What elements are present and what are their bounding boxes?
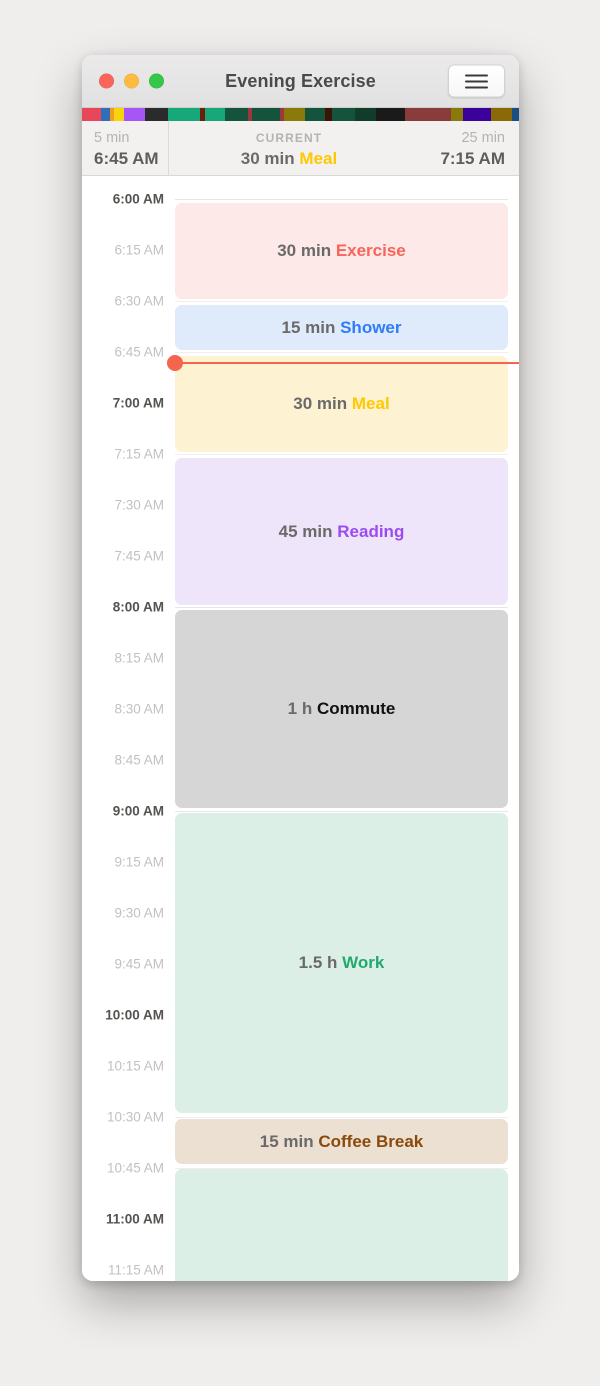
timeline-event-label: 45 min Reading (279, 522, 405, 542)
window-titlebar: Evening Exercise (82, 55, 519, 108)
ribbon-segment (145, 108, 168, 121)
ribbon-segment (450, 108, 464, 121)
timeline-event-label: 30 min Exercise (277, 241, 406, 261)
timeline-tick-label: 11:00 AM (105, 1211, 164, 1227)
timeline-event-name: Reading (337, 521, 405, 541)
timeline-tick-label: 10:00 AM (105, 1007, 164, 1023)
timeline-tick-label: 8:30 AM (114, 701, 164, 717)
summary-next-time: 7:15 AM (440, 149, 505, 168)
app-window: Evening Exercise 5 min 6:45 AM CURRENT 3… (82, 55, 519, 1281)
summary-bar: 5 min 6:45 AM CURRENT 30 min Meal 25 min… (82, 121, 519, 176)
hamburger-menu-icon (465, 80, 488, 82)
timeline-tick-label: 9:30 AM (114, 905, 164, 921)
ribbon-segment (284, 108, 305, 121)
timeline-event-duration: 1.5 h (298, 953, 338, 972)
timeline-event-name: Exercise (335, 241, 406, 260)
ribbon-segment (167, 108, 201, 121)
ribbon-segment (355, 108, 377, 121)
timeline-tick-label: 6:30 AM (114, 293, 164, 309)
timeline-event-name: Work (342, 953, 385, 972)
timeline-tick-label: 10:30 AM (106, 1109, 164, 1125)
timeline-tick-label: 7:45 AM (114, 548, 164, 564)
summary-previous-duration: 5 min (94, 130, 130, 146)
ribbon-segment (304, 108, 326, 121)
summary-next-duration: 25 min (461, 130, 505, 146)
timeline-event[interactable]: 45 min Reading (175, 458, 508, 605)
summary-previous-time: 6:45 AM (94, 149, 159, 168)
ribbon-segment (82, 108, 102, 121)
timeline-event-duration: 45 min (278, 521, 333, 541)
timeline-event-name: Coffee Break (318, 1131, 424, 1151)
summary-current-value: 30 min Meal (241, 148, 337, 169)
timeline-tick-label: 10:15 AM (106, 1058, 164, 1074)
ribbon-segment (252, 108, 281, 121)
ribbon-segment (113, 108, 124, 121)
hamburger-menu-icon (465, 86, 488, 88)
timeline-tick-label: 8:15 AM (114, 650, 164, 666)
timeline-tick-label: 9:45 AM (114, 956, 164, 972)
timeline[interactable]: 30 min Exercise 15 min Shower 30 min Meal 4… (82, 176, 519, 1281)
timeline-event-name: Shower (340, 317, 402, 337)
timeline-tick-label: 7:00 AM (112, 395, 164, 411)
timeline-event[interactable]: 15 min Shower (175, 305, 508, 350)
summary-current-activity: Meal (299, 149, 338, 168)
timeline-events: 30 min Exercise 15 min Shower 30 min Meal 4… (175, 176, 508, 1281)
timeline-event-duration: 1 h (287, 699, 313, 718)
timeline-event-label: 15 min Shower (282, 318, 402, 338)
timeline-tick-label: 9:00 AM (112, 803, 164, 819)
timeline-event-label: 30 min Meal (293, 394, 389, 414)
timeline-event-name: Commute (316, 699, 396, 718)
timeline-event-duration: 15 min (259, 1131, 314, 1151)
ribbon-segment (404, 108, 451, 121)
ribbon-segment (491, 108, 512, 121)
timeline-event-label: 1.5 h Work (299, 953, 385, 973)
ribbon-segment (204, 108, 225, 121)
timeline-event[interactable]: 1.5 h Work (175, 813, 508, 1113)
summary-previous[interactable]: 5 min 6:45 AM (82, 121, 169, 175)
timeline-tick-label: 8:00 AM (112, 599, 164, 615)
day-overview-ribbon[interactable] (82, 108, 519, 121)
timeline-tick-label: 6:15 AM (114, 242, 164, 258)
timeline-tick-label: 8:45 AM (114, 752, 164, 768)
timeline-event[interactable] (175, 1169, 508, 1281)
timeline-event-duration: 30 min (277, 241, 332, 260)
timeline-tick-label: 7:30 AM (114, 497, 164, 513)
timeline-event[interactable]: 30 min Exercise (175, 203, 508, 299)
ribbon-segment (331, 108, 356, 121)
timeline-tick-label: 10:45 AM (106, 1160, 164, 1176)
summary-current-duration: 30 min (240, 149, 295, 168)
timeline-event-name: Meal (351, 394, 390, 413)
timeline-tick-label: 11:15 AM (107, 1262, 164, 1278)
timeline-tick-label: 6:45 AM (114, 344, 164, 360)
summary-current[interactable]: CURRENT 30 min Meal (169, 121, 409, 175)
timeline-tick-label: 6:00 AM (112, 191, 164, 207)
ribbon-segment (511, 108, 519, 121)
timeline-tick-label: 9:15 AM (114, 854, 164, 870)
hamburger-menu-icon (465, 74, 488, 76)
summary-current-heading: CURRENT (255, 131, 323, 145)
timeline-event-duration: 15 min (281, 317, 336, 337)
timeline-event[interactable]: 15 min Coffee Break (175, 1119, 508, 1164)
ribbon-segment (463, 108, 492, 121)
timeline-event[interactable]: 30 min Meal (175, 356, 508, 452)
timeline-tick-label: 7:15 AM (114, 446, 164, 462)
ribbon-segment (124, 108, 146, 121)
ribbon-segment (224, 108, 248, 121)
timeline-event-label: 15 min Coffee Break (260, 1132, 423, 1152)
timeline-time-gutter: 6:00 AM 6:15 AM 6:30 AM 6:45 AM 7:00 AM 7:15 … (82, 176, 175, 1281)
hamburger-menu-button[interactable] (448, 64, 505, 98)
summary-next[interactable]: 25 min 7:15 AM (409, 121, 519, 175)
ribbon-segment (376, 108, 405, 121)
timeline-event-duration: 30 min (293, 394, 348, 413)
ribbon-segment (101, 108, 110, 121)
timeline-event-label: 1 h Commute (288, 699, 396, 719)
timeline-event[interactable]: 1 h Commute (175, 610, 508, 808)
